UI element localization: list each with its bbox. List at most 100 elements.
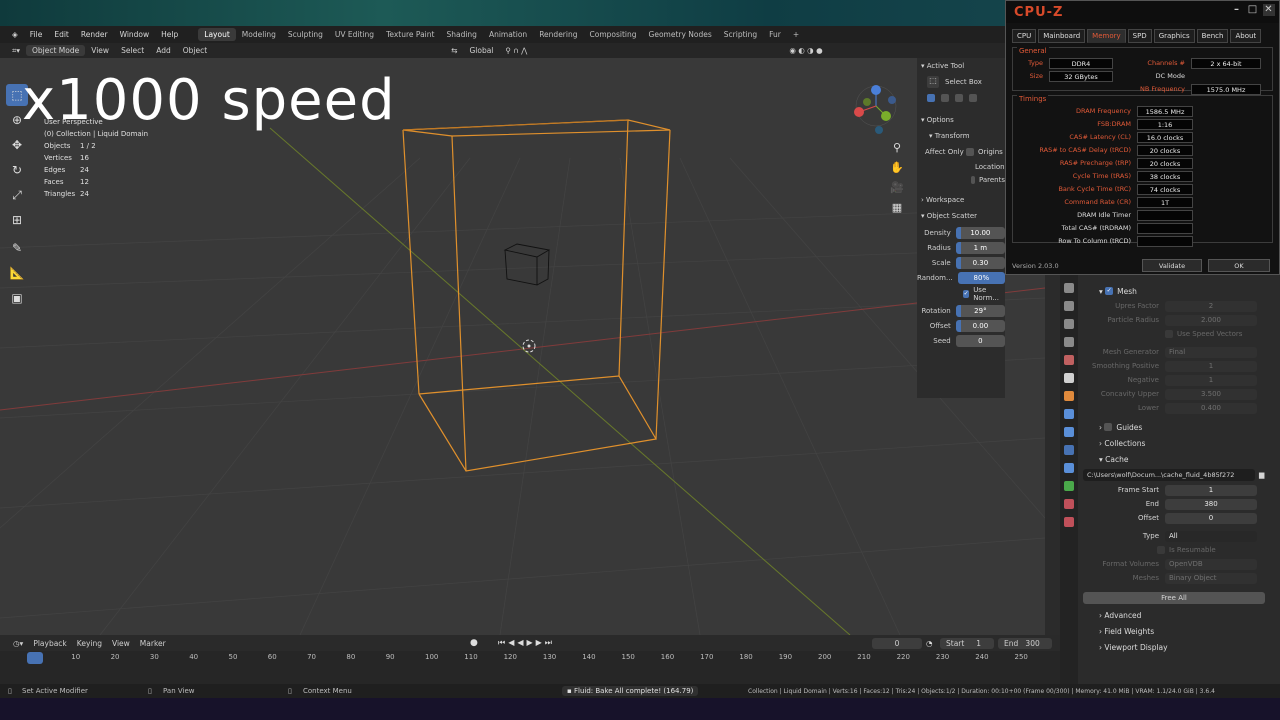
tool-tab-icon[interactable] — [1064, 283, 1074, 293]
tab-graphics[interactable]: Graphics — [1153, 29, 1195, 43]
guides-panel[interactable]: › Guides — [1083, 419, 1280, 435]
cache-offset-field[interactable]: Offset 0 — [1083, 511, 1280, 525]
seed-field[interactable]: Seed 0 — [917, 334, 1005, 347]
panel-options[interactable]: ▾ Options — [917, 112, 1005, 128]
tab-rendering[interactable]: Rendering — [533, 28, 583, 41]
start-frame-field[interactable]: Start 1 — [940, 637, 994, 649]
panel-transform[interactable]: ▾ Transform — [917, 128, 1005, 144]
maximize-icon[interactable]: □ — [1247, 4, 1259, 16]
menu-edit[interactable]: Edit — [48, 30, 75, 39]
select-box-option[interactable]: ⬚ Select Box — [917, 74, 1005, 90]
menu-playback[interactable]: Playback — [28, 639, 71, 648]
camera-icon[interactable]: 🎥 — [889, 178, 905, 198]
affect-parents[interactable]: Parents — [917, 173, 1005, 186]
cache-type-select[interactable]: Type All — [1083, 529, 1280, 543]
mesh-generator-select[interactable]: Mesh Generator Final — [1083, 345, 1280, 359]
panel-object-scatter[interactable]: ▾ Object Scatter — [917, 208, 1005, 224]
offset-field[interactable]: Offset 0.00 — [917, 319, 1005, 332]
visibility-icon[interactable]: ◉ ◐ ◑ ● — [783, 46, 828, 55]
menu-keying[interactable]: Keying — [72, 639, 107, 648]
select-mode-icons[interactable] — [917, 90, 1005, 106]
timeline-editor[interactable]: ◷▾ Playback Keying View Marker ● ⏮◀◀▶▶⏭ … — [0, 635, 1060, 684]
measure-tool-icon[interactable]: 📐 — [6, 262, 28, 284]
tab-cpu[interactable]: CPU — [1012, 29, 1037, 43]
rotate-tool-icon[interactable]: ↻ — [6, 159, 28, 181]
frame-start-field[interactable]: Frame Start 1 — [1083, 483, 1280, 497]
cpuz-window[interactable]: CPU-Z – □ ✕ CPU Mainboard Memory SPD Gra… — [1005, 0, 1280, 275]
field-weights-panel[interactable]: › Field Weights — [1083, 623, 1280, 639]
validate-button[interactable]: Validate — [1142, 259, 1202, 272]
viewport-display-panel[interactable]: › Viewport Display — [1083, 639, 1280, 655]
tab-spd[interactable]: SPD — [1127, 29, 1152, 43]
orientation-icon[interactable]: ⇆ — [445, 46, 463, 55]
particle-radius-field[interactable]: Particle Radius 2.000 — [1083, 313, 1280, 327]
menu-object[interactable]: Object — [177, 46, 213, 55]
pan-hand-icon[interactable]: ✋ — [889, 158, 905, 178]
3d-viewport[interactable]: ⬚ ⊕ ✥ ↻ ⤢ ⊞ ✎ 📐 ▣ User Perspective (0) C… — [0, 58, 1045, 635]
record-icon[interactable]: ● — [470, 638, 478, 648]
smoothing-negative-field[interactable]: Negative 1 — [1083, 373, 1280, 387]
object-tab-icon[interactable] — [1064, 391, 1074, 401]
mode-select[interactable]: Object Mode — [26, 45, 86, 56]
affect-locations[interactable]: Locations — [917, 160, 1008, 173]
meshes-format-select[interactable]: Meshes Binary Object — [1083, 571, 1280, 585]
timeline-editor-icon[interactable]: ◷▾ — [8, 639, 28, 648]
tab-scripting[interactable]: Scripting — [718, 28, 763, 41]
tab-shading[interactable]: Shading — [440, 28, 482, 41]
tab-animation[interactable]: Animation — [483, 28, 533, 41]
scale-tool-icon[interactable]: ⤢ — [6, 184, 28, 206]
use-normals-checkbox[interactable]: ✓ Use Norm... — [917, 286, 1005, 302]
blender-logo-icon[interactable]: ◈ — [6, 30, 24, 39]
snap-icon[interactable]: ⚲ ∩ ⋀ — [499, 46, 533, 55]
scene-tab-icon[interactable] — [1064, 355, 1074, 365]
folder-icon[interactable]: ▆ — [1259, 471, 1264, 479]
clock-icon[interactable]: ◔ — [926, 639, 933, 648]
timeline-ruler[interactable]: 0102030405060708090100110120130140150160… — [0, 651, 1060, 665]
tab-mainboard[interactable]: Mainboard — [1038, 29, 1086, 43]
texture-tab-icon[interactable] — [1064, 517, 1074, 527]
tab-uv-editing[interactable]: UV Editing — [329, 28, 380, 41]
density-field[interactable]: Density 10.00 — [917, 226, 1005, 239]
menu-select[interactable]: Select — [115, 46, 150, 55]
panel-workspace[interactable]: › Workspace — [917, 192, 1005, 208]
tab-memory[interactable]: Memory — [1087, 29, 1126, 43]
material-tab-icon[interactable] — [1064, 499, 1074, 509]
tab-geometry-nodes[interactable]: Geometry Nodes — [643, 28, 718, 41]
radius-field[interactable]: Radius 1 m — [917, 241, 1005, 254]
tab-fur[interactable]: Fur — [763, 28, 787, 41]
tab-modeling[interactable]: Modeling — [236, 28, 282, 41]
free-all-button[interactable]: Free All — [1083, 591, 1280, 605]
menu-help[interactable]: Help — [155, 30, 184, 39]
transform-tool-icon[interactable]: ⊞ — [6, 209, 28, 231]
tab-compositing[interactable]: Compositing — [584, 28, 643, 41]
physics-tab-icon[interactable] — [1064, 445, 1074, 455]
add-workspace-icon[interactable]: + — [787, 28, 805, 41]
close-icon[interactable]: ✕ — [1263, 4, 1275, 16]
cache-panel[interactable]: ▾ Cache — [1083, 451, 1280, 467]
cache-path-field[interactable]: C:\Users\wolf\Docum...\cache_fluid_4b85f… — [1083, 467, 1280, 483]
modifier-tab-icon[interactable] — [1064, 409, 1074, 419]
is-resumable-checkbox[interactable]: Is Resumable — [1083, 543, 1280, 557]
tab-texture-paint[interactable]: Texture Paint — [380, 28, 440, 41]
output-tab-icon[interactable] — [1064, 319, 1074, 329]
grid-view-icon[interactable]: ▦ — [889, 198, 905, 218]
editor-type-icon[interactable]: ⌗▾ — [6, 46, 26, 56]
menu-add[interactable]: Add — [150, 46, 177, 55]
panel-active-tool[interactable]: ▾ Active Tool — [917, 58, 1005, 74]
collections-panel[interactable]: › Collections — [1083, 435, 1280, 451]
concavity-lower-field[interactable]: Lower 0.400 — [1083, 401, 1280, 415]
orientation-select[interactable]: Global — [463, 46, 499, 55]
add-cube-tool-icon[interactable]: ▣ — [6, 287, 28, 309]
tab-layout[interactable]: Layout — [198, 28, 236, 41]
tab-about[interactable]: About — [1230, 29, 1262, 43]
menu-view[interactable]: View — [85, 46, 115, 55]
scale-field[interactable]: Scale 0.30 — [917, 256, 1005, 269]
menu-file[interactable]: File — [24, 30, 49, 39]
playhead-indicator[interactable] — [27, 652, 43, 664]
zoom-icon[interactable]: ⚲ — [889, 138, 905, 158]
current-frame-field[interactable]: 0 — [872, 637, 922, 649]
smoothing-positive-field[interactable]: Smoothing Positive 1 — [1083, 359, 1280, 373]
randomness-field[interactable]: Random... 80% — [917, 271, 1005, 284]
advanced-panel[interactable]: › Advanced — [1083, 607, 1280, 623]
particles-tab-icon[interactable] — [1064, 427, 1074, 437]
